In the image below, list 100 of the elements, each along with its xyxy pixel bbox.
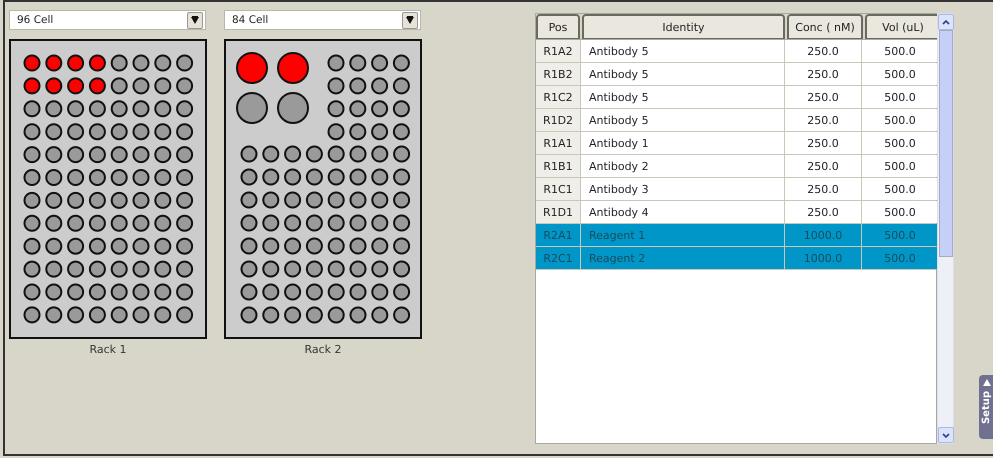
well[interactable]: [132, 238, 150, 255]
well[interactable]: [350, 168, 366, 186]
well[interactable]: [306, 214, 323, 232]
well[interactable]: [392, 100, 410, 118]
well[interactable]: [88, 214, 106, 232]
well[interactable]: [349, 54, 366, 72]
well[interactable]: [88, 54, 106, 72]
well[interactable]: [176, 54, 194, 72]
well[interactable]: [45, 169, 62, 186]
table-row[interactable]: R1C2 Antibody 5 250.0 500.0: [536, 86, 936, 109]
well[interactable]: [88, 146, 106, 164]
well[interactable]: [306, 238, 323, 254]
well[interactable]: [110, 77, 128, 94]
table-row[interactable]: R1D2 Antibody 5 250.0 500.0: [536, 109, 936, 132]
well[interactable]: [88, 100, 106, 118]
well[interactable]: [110, 306, 128, 324]
well[interactable]: [371, 306, 388, 324]
well[interactable]: [132, 54, 150, 72]
well[interactable]: [67, 260, 84, 278]
well[interactable]: [371, 54, 388, 72]
well[interactable]: [45, 100, 62, 118]
well[interactable]: [350, 192, 366, 208]
well[interactable]: [371, 100, 388, 118]
well[interactable]: [24, 100, 40, 118]
well[interactable]: [88, 306, 106, 324]
well[interactable]: [154, 123, 172, 140]
well[interactable]: [154, 306, 172, 324]
table-row[interactable]: R1A2 Antibody 5 250.0 500.0: [536, 40, 936, 63]
well[interactable]: [24, 238, 40, 255]
well[interactable]: [45, 214, 62, 232]
well[interactable]: [277, 92, 309, 124]
well[interactable]: [262, 306, 280, 324]
rack-type-dropdown[interactable]: 96 Cell: [9, 10, 206, 30]
well[interactable]: [67, 306, 84, 324]
well[interactable]: [24, 146, 40, 164]
well[interactable]: [328, 284, 345, 300]
well[interactable]: [154, 238, 172, 255]
well[interactable]: [236, 52, 268, 84]
well[interactable]: [393, 146, 410, 162]
well[interactable]: [371, 123, 388, 140]
well[interactable]: [284, 260, 302, 278]
well[interactable]: [45, 306, 62, 324]
well[interactable]: [176, 146, 194, 164]
well[interactable]: [132, 192, 150, 209]
well[interactable]: [154, 169, 172, 186]
well[interactable]: [328, 168, 345, 186]
well[interactable]: [24, 214, 40, 232]
well[interactable]: [262, 192, 280, 208]
well[interactable]: [328, 77, 344, 94]
well[interactable]: [284, 284, 302, 300]
well[interactable]: [262, 214, 280, 232]
well[interactable]: [45, 77, 62, 94]
well[interactable]: [176, 100, 194, 118]
well[interactable]: [328, 100, 344, 118]
well[interactable]: [154, 214, 172, 232]
well[interactable]: [350, 146, 366, 162]
well[interactable]: [371, 260, 388, 278]
well[interactable]: [306, 192, 323, 208]
well[interactable]: [306, 306, 323, 324]
table-row[interactable]: R1D1 Antibody 4 250.0 500.0: [536, 201, 936, 224]
well[interactable]: [154, 100, 172, 118]
well[interactable]: [24, 54, 40, 72]
well[interactable]: [67, 100, 84, 118]
well[interactable]: [132, 169, 150, 186]
well[interactable]: [371, 284, 388, 300]
well[interactable]: [350, 306, 366, 324]
well[interactable]: [45, 192, 62, 209]
column-header[interactable]: Identity: [582, 14, 785, 39]
well[interactable]: [176, 260, 194, 278]
well[interactable]: [328, 54, 344, 72]
well[interactable]: [154, 77, 172, 94]
well[interactable]: [328, 192, 345, 208]
well[interactable]: [132, 260, 150, 278]
scrollbar[interactable]: [937, 13, 954, 444]
well[interactable]: [67, 192, 84, 209]
well[interactable]: [176, 77, 194, 94]
well[interactable]: [67, 284, 84, 300]
well[interactable]: [240, 260, 258, 278]
well[interactable]: [350, 260, 366, 278]
well[interactable]: [110, 192, 128, 209]
rack-type-dropdown[interactable]: 84 Cell: [224, 10, 421, 30]
well[interactable]: [371, 146, 388, 162]
well[interactable]: [350, 238, 366, 254]
well[interactable]: [262, 284, 280, 300]
well[interactable]: [45, 238, 62, 255]
well[interactable]: [110, 54, 128, 72]
well[interactable]: [88, 260, 106, 278]
well[interactable]: [176, 238, 194, 255]
well[interactable]: [45, 123, 62, 140]
well[interactable]: [110, 100, 128, 118]
well[interactable]: [88, 169, 106, 186]
well[interactable]: [132, 146, 150, 164]
well[interactable]: [350, 214, 366, 232]
well[interactable]: [236, 92, 268, 124]
well[interactable]: [284, 192, 302, 208]
well[interactable]: [110, 123, 128, 140]
well[interactable]: [45, 54, 62, 72]
scroll-up-icon[interactable]: [942, 20, 950, 24]
well[interactable]: [277, 52, 309, 84]
well[interactable]: [88, 123, 106, 140]
